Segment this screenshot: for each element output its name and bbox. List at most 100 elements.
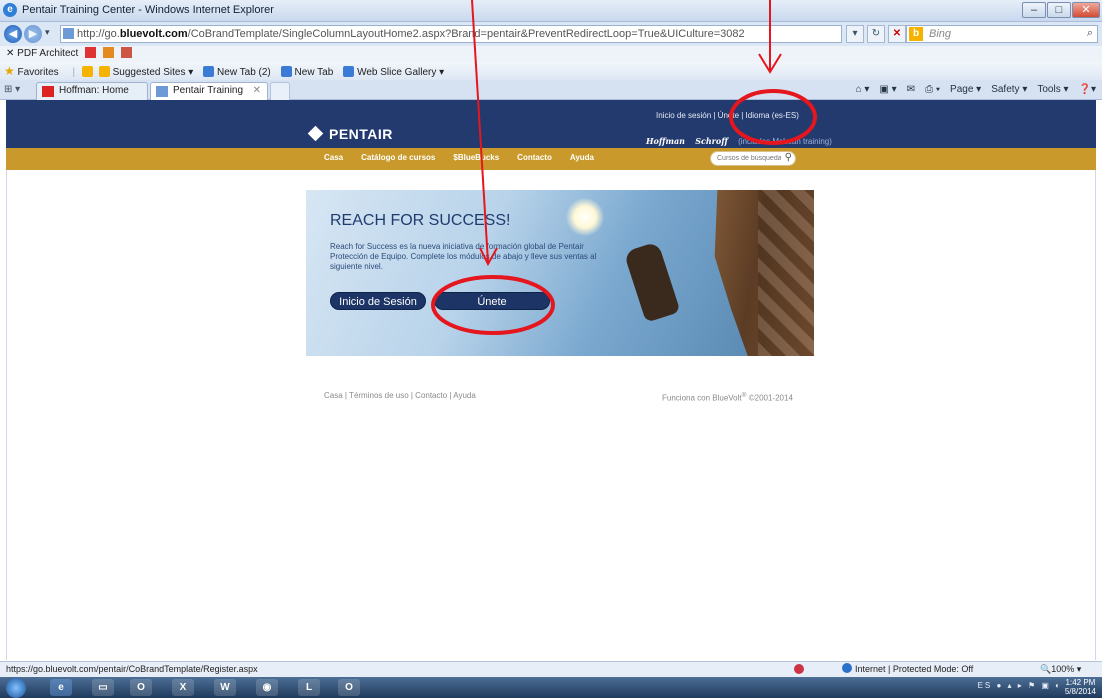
favorites-item[interactable]: New Tab (280, 66, 333, 78)
hoffman-logo: Hoffman (646, 136, 685, 146)
powered-by-text: Funciona con BlueVolt (662, 393, 742, 403)
ie-logo-icon: e (3, 3, 17, 17)
language-indicator[interactable]: ES (978, 681, 993, 690)
quick-tabs-icon[interactable]: ⊞ ▾ (4, 83, 32, 97)
course-search: ⚲ (710, 151, 796, 166)
tab-pentair-training-center[interactable]: Pentair Training Center ✕ (150, 82, 268, 112)
join-button[interactable]: Únete (434, 292, 550, 310)
pentair-diamond-icon (307, 125, 324, 142)
favorites-bar: ★ Favorites | Suggested Sites ▾ New Tab … (0, 62, 1102, 80)
copyright-text: ©2001-2014 (746, 393, 793, 403)
taskbar-outlook-icon[interactable]: O (130, 679, 152, 696)
clock-date: 5/8/2014 (1064, 687, 1096, 696)
page-icon (280, 66, 292, 77)
mclean-note: (includes McLean training) (738, 137, 832, 146)
hero-description: Reach for Success es la nueva iniciativa… (330, 242, 597, 271)
sun-flare-graphic (566, 198, 604, 236)
window-title: Pentair Training Center - Windows Intern… (22, 4, 274, 16)
refresh-icon[interactable]: ↻ (867, 25, 885, 43)
compatibility-view-icon[interactable]: ▾ (846, 25, 864, 43)
pdf-toolbar-close-icon[interactable]: ✕ (6, 48, 14, 59)
page-menu[interactable]: Page ▾ (950, 83, 981, 97)
taskbar-lync-icon[interactable]: L (298, 679, 320, 696)
close-tab-icon[interactable]: ✕ (253, 83, 261, 99)
browser-search-box[interactable]: b Bing ⌕ (906, 25, 1098, 43)
close-window-button[interactable]: ✕ (1072, 2, 1100, 18)
maximize-button[interactable]: □ (1047, 2, 1071, 18)
tab-bar: ⊞ ▾ Hoffman: Home Pentair Training Cente… (0, 80, 1102, 112)
url-prefix: http://go. (77, 28, 120, 40)
taskbar-onenote-icon[interactable]: O (338, 679, 360, 696)
footer-links[interactable]: Casa | Términos de uso | Contacto | Ayud… (324, 391, 476, 400)
top-account-links[interactable]: Inicio de sesión | Únete | Idioma (es-ES… (656, 111, 799, 120)
login-button[interactable]: Inicio de Sesión (330, 292, 426, 310)
address-bar[interactable]: http://go.bluevolt.com/CoBrandTemplate/S… (60, 25, 842, 43)
nav-item-ayuda[interactable]: Ayuda (570, 153, 594, 162)
help-icon[interactable]: ❓▾ (1079, 83, 1096, 97)
hero-banner: REACH FOR SUCCESS! Reach for Success es … (306, 190, 814, 356)
command-bar: ⌂ ▾ ▣ ▾ ✉ ⎙ ▾ Page ▾ Safety ▾ Tools ▾ ❓▾ (856, 83, 1096, 97)
nav-menu: Casa Catálogo de cursos $BlueBucks Conta… (324, 153, 594, 162)
pdf-create-icon[interactable] (85, 47, 97, 58)
logo-text: PENTAIR (329, 126, 393, 142)
system-tray[interactable]: ES ● ▴ ▸ ⚑ ▣ ◐ (978, 681, 1062, 690)
feeds-icon[interactable]: ▣ ▾ (879, 83, 896, 97)
page-icon (63, 28, 74, 39)
stop-icon[interactable]: ✕ (888, 25, 906, 43)
climber-graphic (623, 241, 681, 323)
taskbar-ie-icon[interactable]: e (50, 679, 72, 696)
diamond-pattern-graphic (758, 190, 814, 356)
pdf-convert-icon[interactable] (102, 47, 114, 58)
favorites-item[interactable]: Suggested Sites ▾ (98, 66, 193, 78)
tools-menu[interactable]: Tools ▾ (1037, 83, 1068, 97)
pdf-toolbar-label[interactable]: PDF Architect (17, 48, 78, 59)
browser-search-placeholder: Bing (929, 28, 952, 40)
pentair-logo[interactable]: PENTAIR (307, 125, 393, 142)
window-controls: – □ ✕ (1022, 2, 1100, 18)
window-titlebar: e Pentair Training Center - Windows Inte… (0, 0, 1102, 22)
favorites-divider: | (72, 67, 76, 78)
security-status-icon[interactable] (794, 664, 804, 674)
bing-icon: b (909, 27, 923, 41)
search-icon[interactable]: ⚲ (785, 152, 792, 163)
safety-menu[interactable]: Safety ▾ (991, 83, 1027, 97)
taskbar-word-icon[interactable]: W (214, 679, 236, 696)
pdf-toolbar: ✕ PDF Architect (0, 46, 1102, 62)
start-button[interactable] (6, 678, 26, 698)
status-bar: https://go.bluevolt.com/pentair/CoBrandT… (0, 661, 1102, 677)
nav-item-contacto[interactable]: Contacto (517, 153, 552, 162)
favorites-label[interactable]: Favorites (18, 67, 59, 78)
nav-item-bluebucks[interactable]: $BlueBucks (453, 153, 499, 162)
back-button[interactable]: ◀ (4, 25, 22, 43)
tab-label: Hoffman: Home (59, 85, 129, 96)
taskbar-explorer-icon[interactable]: ▭ (92, 679, 114, 696)
taskbar-chrome-icon[interactable]: ◉ (256, 679, 278, 696)
forward-button[interactable]: ▶ (24, 25, 42, 43)
taskbar-excel-icon[interactable]: X (172, 679, 194, 696)
new-tab-button[interactable] (270, 82, 290, 100)
system-clock[interactable]: 1:42 PM 5/8/2014 (1065, 678, 1096, 696)
history-dropdown-icon[interactable]: ▾ (45, 27, 50, 38)
pdf-options-icon[interactable] (120, 47, 132, 58)
home-icon[interactable]: ⌂ ▾ (856, 83, 870, 97)
print-icon[interactable]: ⎙ ▾ (925, 83, 940, 97)
nav-item-casa[interactable]: Casa (324, 153, 343, 162)
course-search-input[interactable] (717, 153, 781, 164)
security-zone[interactable]: Internet | Protected Mode: Off (842, 662, 973, 677)
search-icon[interactable]: ⌕ (1087, 27, 1093, 40)
mail-icon[interactable]: ✉ (907, 83, 915, 97)
suggested-sites-icon (98, 66, 110, 77)
nav-item-catalogo[interactable]: Catálogo de cursos (361, 153, 435, 162)
favorites-item[interactable]: Web Slice Gallery ▾ (343, 66, 444, 78)
add-favorites-icon[interactable] (81, 66, 93, 77)
favorites-star-icon[interactable]: ★ (4, 64, 15, 78)
zoom-level[interactable]: 🔍100% ▾ (1040, 662, 1081, 677)
web-slice-icon (343, 66, 355, 77)
tab-hoffman-home[interactable]: Hoffman: Home (36, 82, 148, 100)
favorites-item[interactable]: New Tab (2) (203, 66, 271, 78)
minimize-button[interactable]: – (1022, 2, 1046, 18)
site-header: Inicio de sesión | Únete | Idioma (es-ES… (6, 100, 1096, 148)
bluevolt-favicon-icon (156, 86, 168, 97)
url-domain: bluevolt.com (119, 28, 188, 40)
schroff-logo: Schroff (695, 136, 728, 146)
